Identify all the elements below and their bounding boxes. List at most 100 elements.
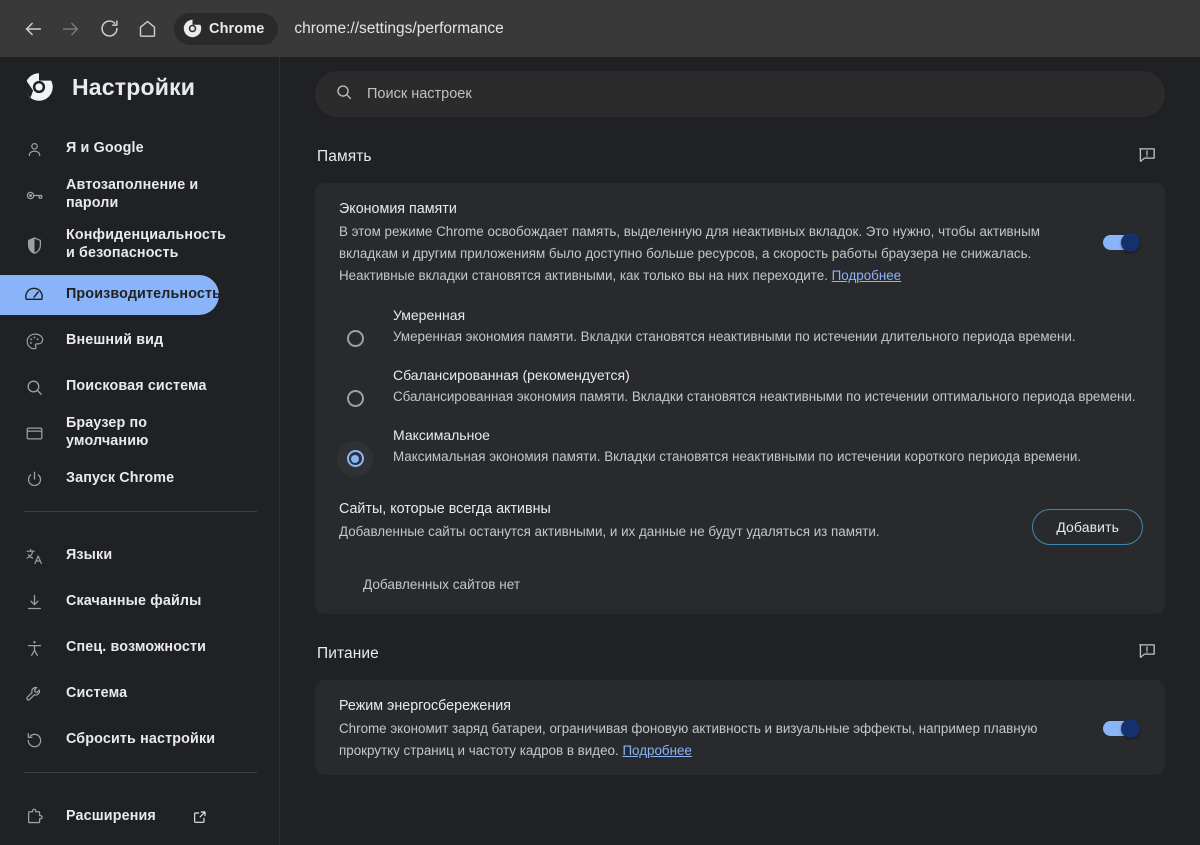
- feedback-icon[interactable]: [1137, 145, 1157, 170]
- memory-section-header: Память: [315, 131, 1165, 183]
- sidebar-item-label: Внешний вид: [66, 332, 164, 349]
- sidebar-item-on-startup[interactable]: Запуск Chrome: [0, 459, 219, 499]
- sidebar-item-label: Конфиденциальность и безопасность: [66, 227, 227, 261]
- window-icon: [24, 423, 44, 443]
- energy-saver-text: Режим энергосбережения Chrome экономит з…: [339, 696, 1087, 762]
- radio-label: Сбалансированная (рекомендуется): [393, 366, 630, 383]
- sidebar-item-privacy-security[interactable]: Конфиденциальность и безопасность: [0, 221, 226, 269]
- settings-page: Настройки Я и Google Автозаполнение и па…: [0, 57, 1200, 845]
- memory-mode-option-balanced[interactable]: Сбалансированная (рекомендуется) Сбаланс…: [339, 363, 1141, 423]
- sidebar-item-performance[interactable]: Производительность: [0, 275, 221, 315]
- sidebar-item-you-and-google[interactable]: Я и Google: [0, 129, 219, 169]
- extension-icon: [24, 807, 44, 827]
- browser-toolbar: Chrome chrome://settings/performance: [0, 0, 1200, 57]
- power-section-title: Питание: [317, 644, 379, 662]
- search-icon: [335, 83, 353, 106]
- energy-saver-card: Режим энергосбережения Chrome экономит з…: [315, 679, 1165, 776]
- memory-saver-title: Экономия памяти: [339, 201, 457, 217]
- feedback-icon[interactable]: [1137, 641, 1157, 666]
- radio-inner-dot: [351, 454, 359, 463]
- forward-arrow-icon: [62, 22, 79, 35]
- home-icon: [139, 20, 155, 37]
- power-learn-more-link[interactable]: Подробнее: [622, 743, 691, 758]
- memory-mode-option-maximum[interactable]: Максимальное Максимальная экономия памят…: [337, 423, 1141, 483]
- sidebar-item-default-browser[interactable]: Браузер по умолчанию: [0, 413, 219, 453]
- chrome-chip-label: Chrome: [209, 20, 265, 37]
- memory-section-title: Память: [317, 148, 372, 165]
- no-sites-added-text: Добавленных сайтов нет: [363, 576, 521, 592]
- settings-sidebar: Настройки Я и Google Автозаполнение и па…: [0, 57, 280, 845]
- chrome-origin-chip[interactable]: Chrome: [174, 12, 279, 45]
- always-active-text: Сайты, которые всегда активны Добавленны…: [339, 499, 1016, 543]
- wrench-icon: [24, 684, 44, 704]
- memory-learn-more-link[interactable]: Подробнее: [832, 268, 901, 283]
- home-button[interactable]: [128, 10, 166, 48]
- sidebar-group-footer: Расширения О браузере Chrome: [0, 785, 279, 845]
- sidebar-divider: [24, 511, 257, 512]
- reload-icon: [100, 20, 118, 37]
- sidebar-item-label: Скачанные файлы: [66, 593, 202, 610]
- sidebar-item-label: Спец. возможности: [66, 639, 207, 656]
- translate-icon: [24, 546, 44, 566]
- power-section-header: Питание: [315, 628, 1165, 680]
- sidebar-item-autofill[interactable]: Автозаполнение и пароли: [0, 175, 219, 215]
- sidebar-item-label: Запуск Chrome: [66, 470, 175, 487]
- sidebar-divider-bottom: [24, 772, 257, 773]
- radio-outer-ring: [346, 330, 364, 348]
- toggle-knob: [1121, 718, 1140, 738]
- person-icon: [24, 139, 44, 159]
- search-row: Поиск настроек: [280, 57, 1200, 117]
- radio-text-block: Умеренная Умеренная экономия памяти. Вкл…: [373, 303, 1141, 348]
- sidebar-item-languages[interactable]: Языки: [0, 536, 219, 576]
- radio-text-block: Сбалансированная (рекомендуется) Сбаланс…: [373, 363, 1141, 408]
- radio-outer-ring: [346, 390, 364, 408]
- sidebar-item-search-engine[interactable]: Поисковая система: [0, 367, 219, 407]
- open-in-new-icon: [192, 809, 208, 825]
- page-title: Настройки: [72, 73, 196, 100]
- settings-header: Настройки: [0, 57, 279, 117]
- speedometer-icon: [24, 285, 44, 305]
- always-active-title: Сайты, которые всегда активны: [339, 500, 551, 517]
- sidebar-item-extensions[interactable]: Расширения: [0, 797, 219, 837]
- settings-content: Память Экономия памяти В этом режиме Chr…: [280, 131, 1200, 776]
- power-icon: [24, 469, 44, 489]
- memory-saver-row: Экономия памяти В этом режиме Chrome осв…: [315, 183, 1165, 301]
- sidebar-item-label: Я и Google: [66, 140, 144, 157]
- palette-icon: [24, 331, 44, 351]
- sidebar-item-system[interactable]: Система: [0, 674, 219, 714]
- sidebar-item-downloads[interactable]: Скачанные файлы: [0, 582, 219, 622]
- reload-button[interactable]: [90, 10, 128, 48]
- sidebar-item-appearance[interactable]: Внешний вид: [0, 321, 219, 361]
- settings-main: Поиск настроек Память Экономия памяти В …: [280, 57, 1200, 845]
- sidebar-item-accessibility[interactable]: Спец. возможности: [0, 628, 219, 668]
- shield-icon: [24, 235, 44, 255]
- radio-outer-ring: [346, 450, 364, 468]
- accessibility-icon: [24, 638, 44, 658]
- add-site-button[interactable]: Добавить: [1032, 508, 1143, 545]
- search-icon: [24, 377, 44, 397]
- memory-saver-toggle[interactable]: [1103, 233, 1140, 253]
- always-active-description: Добавленные сайты останутся активными, и…: [339, 523, 880, 539]
- memory-saver-card: Экономия памяти В этом режиме Chrome осв…: [315, 183, 1165, 614]
- sidebar-group-main: Я и Google Автозаполнение и пароли Конфи…: [0, 117, 279, 499]
- energy-saver-toggle[interactable]: [1103, 718, 1140, 738]
- sidebar-item-reset-settings[interactable]: Сбросить настройки: [0, 720, 219, 760]
- search-input[interactable]: Поиск настроек: [315, 71, 1165, 117]
- back-button[interactable]: [14, 10, 52, 48]
- radio-button[interactable]: [337, 440, 373, 477]
- omnibox-url-text: chrome://settings/performance: [294, 19, 504, 37]
- forward-button[interactable]: [52, 10, 90, 48]
- radio-button[interactable]: [337, 381, 373, 417]
- chrome-logo-icon: [183, 19, 202, 38]
- sidebar-item-label: Языки: [66, 547, 113, 564]
- restore-icon: [24, 730, 44, 750]
- download-icon: [24, 592, 44, 612]
- search-placeholder: Поиск настроек: [367, 86, 472, 102]
- address-bar[interactable]: Chrome chrome://settings/performance: [174, 10, 1186, 48]
- radio-text-block: Максимальное Максимальная экономия памят…: [373, 423, 1141, 468]
- radio-label: Максимальное: [393, 426, 490, 443]
- radio-inner-dot: [351, 395, 359, 403]
- energy-saver-description: Chrome экономит заряд батареи, ограничив…: [339, 718, 1087, 761]
- radio-button[interactable]: [337, 321, 373, 357]
- memory-mode-option-moderate[interactable]: Умеренная Умеренная экономия памяти. Вкл…: [339, 303, 1141, 363]
